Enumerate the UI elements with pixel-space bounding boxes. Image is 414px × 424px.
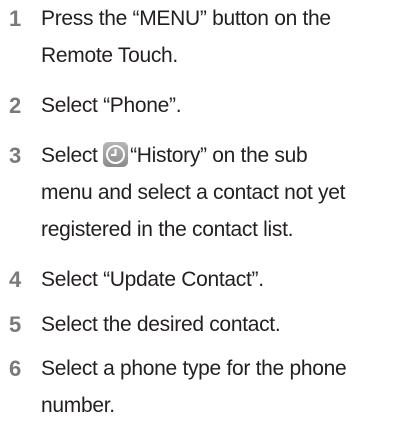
step-text-line: number. <box>41 394 115 417</box>
step-text-line: Remote Touch. <box>41 44 178 67</box>
step-number: 4 <box>9 267 22 292</box>
step-text-line: registered in the contact list. <box>41 218 294 241</box>
step-text-line: Press the “MENU” button on the <box>41 7 331 30</box>
step-text-line: menu and select a contact not yet <box>41 181 346 204</box>
step-number: 2 <box>9 93 22 118</box>
step-text: Press the “MENU” button on the Remote To… <box>41 0 409 74</box>
step-text-line: Select “Phone”. <box>41 94 182 117</box>
step-text-line: Select the desired contact. <box>41 313 281 336</box>
step-text-pre: Select <box>41 144 104 167</box>
step-number: 1 <box>9 6 22 31</box>
step-text: Select “Phone”. <box>41 87 409 124</box>
step-text-line: Select “Update Contact”. <box>41 268 264 291</box>
step-text: Select “Update Contact”. <box>41 261 409 298</box>
step-text: Select a phone type for the phone number… <box>41 350 409 424</box>
step-text-post: “History” on the sub <box>130 144 308 167</box>
step-text-line: Select “History” on the sub <box>41 137 409 174</box>
step-text: Select “History” on the sub menu and sel… <box>41 137 409 248</box>
step-number: 6 <box>9 356 22 381</box>
step-number: 5 <box>9 312 22 337</box>
step-text: Select the desired contact. <box>41 306 409 343</box>
step-text-line: Select a phone type for the phone <box>41 357 347 380</box>
history-clock-icon <box>103 142 129 167</box>
step-number: 3 <box>9 143 22 168</box>
